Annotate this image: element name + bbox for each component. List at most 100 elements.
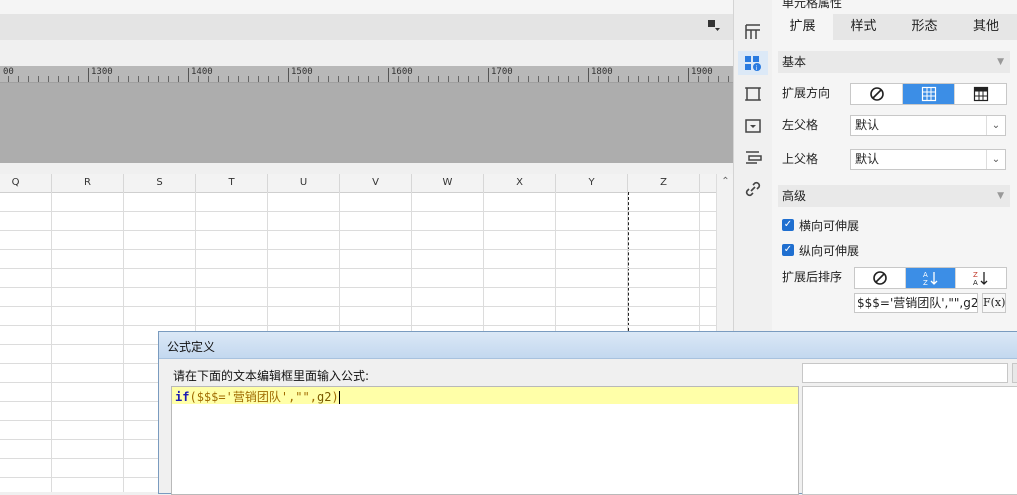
dialog-title-bar[interactable]: 公式定义	[159, 332, 1017, 359]
sort-after-label: 扩展后排序	[782, 270, 843, 284]
horizontal-expandable-checkbox[interactable]: ✓	[782, 219, 794, 231]
ruler-tick	[728, 76, 729, 82]
grid-row-line	[0, 211, 716, 212]
ruler-tick	[458, 76, 459, 82]
column-header-row: QRSTUVWXYZ	[0, 174, 716, 193]
basic-section-header[interactable]: 基本 ▼	[778, 51, 1010, 73]
basic-section-label: 基本	[782, 55, 807, 69]
dialog-title: 公式定义	[167, 340, 216, 354]
ruler-tick	[568, 76, 569, 82]
panel-title: 单元格属性	[782, 0, 843, 10]
property-tabs: 扩展 样式 形态 其他	[772, 14, 1017, 40]
cell-element-icon[interactable]	[743, 22, 763, 42]
ruler-tick	[688, 68, 689, 82]
ruler-label: 1700	[491, 67, 513, 77]
tab-style[interactable]: 样式	[833, 14, 894, 40]
cell-attribute-icon[interactable]: i	[738, 51, 768, 75]
no-sort-icon	[873, 271, 887, 285]
grid-column-line	[123, 192, 124, 492]
ruler-tick	[428, 76, 429, 82]
ruler-tick	[588, 68, 589, 82]
tab-expand[interactable]: 扩展	[772, 14, 833, 40]
ruler-tick	[478, 76, 479, 82]
vertical-expandable-checkbox[interactable]: ✓	[782, 244, 794, 256]
function-search-button[interactable]	[1012, 363, 1017, 383]
form-widget-icon[interactable]	[743, 116, 763, 136]
column-header-r[interactable]: R	[52, 174, 124, 192]
ruler-tick	[548, 76, 549, 82]
function-list[interactable]	[802, 386, 1017, 495]
ruler-tick	[48, 76, 49, 82]
grid-column-line	[51, 192, 52, 492]
expand-horizontal-button[interactable]	[955, 84, 1006, 104]
ruler-tick	[418, 76, 419, 82]
ruler-tick	[218, 76, 219, 82]
tab-other[interactable]: 其他	[955, 14, 1017, 40]
expand-vertical-button[interactable]	[903, 84, 955, 104]
expand-direction-label: 扩展方向	[782, 86, 831, 100]
ruler-tick	[158, 76, 159, 82]
tab-form[interactable]: 形态	[894, 14, 955, 40]
ruler-tick	[658, 76, 659, 82]
scroll-up-icon[interactable]: ⌃	[717, 176, 734, 188]
ruler-tick	[88, 68, 89, 82]
sort-ascending-button[interactable]: AZ	[905, 268, 957, 288]
column-header-y[interactable]: Y	[556, 174, 628, 192]
formula-function: if	[175, 390, 190, 404]
svg-text:Z: Z	[973, 271, 978, 279]
top-parent-select[interactable]: 默认 ⌄	[850, 149, 1006, 170]
column-header-q[interactable]: Q	[0, 174, 52, 192]
horizontal-expandable-label: 横向可伸展	[799, 219, 860, 233]
svg-text:Z: Z	[923, 279, 928, 286]
ruler-tick	[388, 68, 389, 82]
column-header-w[interactable]: W	[412, 174, 484, 192]
ruler-tick	[338, 76, 339, 82]
ruler-tick	[328, 76, 329, 82]
ruler-tick	[128, 76, 129, 82]
formula-paren-close: )	[331, 390, 339, 404]
ruler-tick	[188, 68, 189, 82]
sort-ascending-icon: AZ	[923, 271, 937, 286]
ruler-tick	[148, 76, 149, 82]
column-header-z[interactable]: Z	[628, 174, 700, 192]
no-expand-icon	[869, 87, 884, 101]
dock-menu-icon[interactable]	[707, 19, 721, 33]
sort-formula-field[interactable]: $$$='营销团队',"",g2)	[854, 293, 978, 313]
expand-none-button[interactable]	[851, 84, 903, 104]
formula-definition-dialog: 公式定义 请在下面的文本编辑框里面输入公式: if($$$='营销团队',"",…	[158, 331, 1017, 495]
ruler-tick	[38, 76, 39, 82]
column-header-v[interactable]: V	[340, 174, 412, 192]
left-parent-select[interactable]: 默认 ⌄	[850, 115, 1006, 136]
ruler-tick	[438, 76, 439, 82]
ruler-label: 1800	[591, 67, 613, 77]
left-parent-value: 默认	[855, 118, 880, 132]
ruler-tick	[278, 76, 279, 82]
formula-editor-button[interactable]: F(x)	[982, 293, 1006, 313]
ruler-tick	[288, 68, 289, 82]
column-header-t[interactable]: T	[196, 174, 268, 192]
svg-text:A: A	[923, 271, 928, 279]
formula-equals: =	[218, 390, 226, 404]
horizontal-grid-icon	[973, 86, 988, 102]
formula-text-editor[interactable]: if($$$='营销团队',"",g2)	[171, 386, 799, 495]
column-header-u[interactable]: U	[268, 174, 340, 192]
condition-attribute-icon[interactable]	[743, 147, 763, 167]
widget-settings-icon[interactable]	[743, 84, 763, 104]
sort-none-button[interactable]	[855, 268, 906, 288]
report-header-area	[0, 83, 733, 163]
ruler-tick	[238, 76, 239, 82]
ruler-tick	[318, 76, 319, 82]
ruler-tick	[178, 76, 179, 82]
ruler-tick	[518, 76, 519, 82]
expand-direction-group	[850, 83, 1007, 105]
ruler-tick	[378, 76, 379, 82]
column-header-x[interactable]: X	[484, 174, 556, 192]
svg-text:A: A	[973, 279, 978, 286]
function-search-input[interactable]	[802, 363, 1008, 383]
advanced-section-header[interactable]: 高级 ▼	[778, 185, 1010, 207]
sort-descending-button[interactable]: ZA	[956, 268, 1006, 288]
toolbar-gap	[0, 40, 733, 66]
chevron-down-icon: ⌄	[986, 116, 1005, 135]
column-header-s[interactable]: S	[124, 174, 196, 192]
hyperlink-icon[interactable]	[743, 179, 763, 199]
